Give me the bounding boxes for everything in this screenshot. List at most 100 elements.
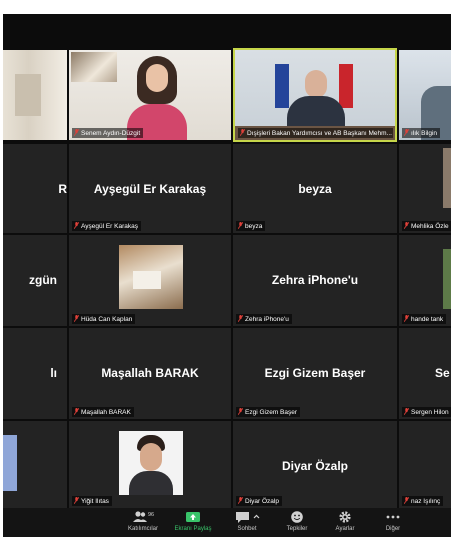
muted-mic-icon [404, 315, 409, 322]
video-tile[interactable]: Se Sergen Hilon [399, 328, 451, 419]
meeting-window: Senem Aydın-Düzgit Dışişleri Bakan Yardı… [3, 14, 451, 537]
video-tile[interactable]: zgün [3, 235, 67, 326]
participant-name: hande tank [411, 316, 444, 323]
video-tile-active-speaker[interactable]: Dışişleri Bakan Yardımcısı ve AB Başkanı… [233, 48, 397, 142]
person-face [146, 64, 168, 92]
chevron-up-icon [253, 514, 260, 519]
muted-mic-icon [240, 129, 245, 136]
person-face [140, 443, 162, 471]
participant-count: 96 [148, 512, 154, 518]
chat-button[interactable]: Sohbet [221, 510, 273, 532]
participant-display-name: Ezgi Gizem Başer [264, 366, 366, 380]
participant-name-label: Zehra iPhone'u [236, 314, 292, 324]
desk-items [133, 271, 161, 289]
video-tile[interactable]: Zehra iPhone'u Zehra iPhone'u [233, 235, 397, 326]
participant-video [443, 249, 451, 309]
chat-icon [236, 512, 260, 523]
muted-mic-icon [404, 129, 409, 136]
participant-display-name: Zehra iPhone'u [271, 273, 359, 287]
participant-name-label: Mehlika Özle [402, 221, 451, 231]
video-tile[interactable]: R [3, 144, 67, 233]
participant-name: Ezgi Gizem Başer [245, 409, 298, 416]
video-tile[interactable]: Maşallah BARAK Maşallah BARAK [69, 328, 231, 419]
video-tile[interactable]: Ayşegül Er Karakaş Ayşegül Er Karakaş [69, 144, 231, 233]
muted-mic-icon [74, 222, 79, 229]
muted-mic-icon [74, 315, 79, 322]
participant-name-label: Maşallah BARAK [72, 407, 134, 417]
gallery-view: Senem Aydın-Düzgit Dışişleri Bakan Yardı… [3, 28, 451, 508]
participant-name-label: naz Işılınç [402, 496, 444, 506]
video-tile[interactable]: Diyar Özalp Diyar Özalp [233, 421, 397, 508]
video-tile[interactable]: hande tank [399, 235, 451, 326]
muted-mic-icon [74, 497, 79, 504]
video-tile[interactable]: Hüda Can Kaplan [69, 235, 231, 326]
reactions-button[interactable]: Tepkiler [271, 510, 323, 532]
video-tile[interactable]: Senem Aydın-Düzgit [69, 50, 231, 140]
settings-button[interactable]: Ayarlar [319, 510, 371, 532]
more-dots-icon [386, 515, 400, 519]
participant-name-label: Senem Aydın-Düzgit [72, 128, 144, 138]
gear-icon [339, 511, 351, 523]
participant-name: Maşallah BARAK [81, 409, 131, 416]
video-tile[interactable] [3, 50, 67, 140]
share-screen-button[interactable]: Ekranı Paylaş [167, 510, 219, 532]
participant-name: Hüda Can Kaplan [81, 316, 133, 323]
video-tile[interactable]: Ezgi Gizem Başer Ezgi Gizem Başer [233, 328, 397, 419]
muted-mic-icon [238, 315, 243, 322]
share-screen-icon [186, 512, 200, 522]
participant-name: naz Işılınç [411, 498, 441, 505]
participants-icon: 96 [133, 511, 154, 522]
muted-mic-icon [238, 222, 243, 229]
screenshot-frame: Senem Aydın-Düzgit Dışişleri Bakan Yardı… [0, 0, 451, 537]
participant-video [443, 148, 451, 208]
wall-art [71, 52, 117, 82]
participant-name-label: hande tank [402, 314, 447, 324]
video-tile[interactable]: beyza beyza [233, 144, 397, 233]
participant-display-name: Maşallah BARAK [101, 366, 199, 380]
muted-mic-icon [404, 408, 409, 415]
muted-mic-icon [238, 408, 243, 415]
chat-label: Sohbet [237, 526, 257, 532]
participant-name: Senem Aydın-Düzgit [81, 130, 141, 137]
video-tile[interactable] [3, 421, 67, 508]
muted-mic-icon [404, 497, 409, 504]
video-tile[interactable]: Mehlika Özle [399, 144, 451, 233]
more-button[interactable]: Diğer [367, 510, 419, 532]
participant-name-label: Sergen Hilon [402, 407, 451, 417]
muted-mic-icon [404, 222, 409, 229]
participant-name-label: Ezgi Gizem Başer [236, 407, 301, 417]
participants-label: Katılımcılar [127, 526, 158, 532]
participant-name: Sergen Hilon [411, 409, 449, 416]
participant-name: Dışişleri Bakan Yardımcısı ve AB Başkanı… [247, 130, 392, 137]
meeting-toolbar: 96 Katılımcılar Ekranı Paylaş Sohbet Tep… [3, 508, 451, 537]
reaction-smiley-icon [291, 511, 303, 523]
participant-name: Mehlika Özle [411, 223, 449, 230]
share-screen-label: Ekranı Paylaş [174, 526, 212, 532]
eu-flag [275, 64, 289, 108]
video-tile[interactable]: naz Işılınç [399, 421, 451, 508]
participant-display-name: R [58, 182, 67, 196]
video-tile[interactable]: lı [3, 328, 67, 419]
background-shelf [15, 74, 41, 116]
person-face [305, 70, 327, 98]
participant-name: beyza [245, 223, 263, 230]
turkey-flag [339, 64, 353, 108]
participant-display-name: Se [435, 366, 450, 380]
muted-mic-icon [238, 497, 243, 504]
participant-name-label: Yiğit Ilıtas [72, 496, 112, 506]
video-tile[interactable]: ılık Bilgin [399, 50, 451, 140]
participant-name-label: Ayşegül Er Karakaş [72, 221, 141, 231]
participant-name: Ayşegül Er Karakaş [81, 223, 138, 230]
participant-name: Diyar Özalp [245, 498, 279, 505]
muted-mic-icon [74, 408, 79, 415]
video-tile[interactable]: Yiğit Ilıtas [69, 421, 231, 508]
participants-button[interactable]: 96 Katılımcılar [117, 510, 169, 532]
participant-name: ılık Bilgin [411, 130, 438, 137]
person-body [129, 471, 173, 495]
participant-video [3, 435, 17, 491]
participant-display-name: lı [50, 366, 57, 380]
participant-display-name: beyza [298, 182, 332, 196]
participant-name-label: Hüda Can Kaplan [72, 314, 136, 324]
more-label: Diğer [385, 526, 401, 532]
participant-name: Zehra iPhone'u [245, 316, 289, 323]
